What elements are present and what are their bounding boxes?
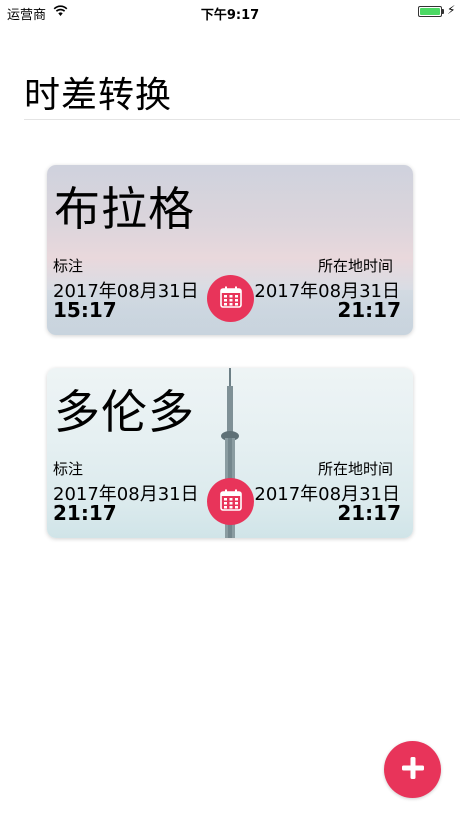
add-button[interactable] <box>384 741 441 798</box>
page-title: 时差转换 <box>24 75 173 116</box>
battery-icon <box>418 6 442 17</box>
left-time: 21:17 <box>53 501 117 525</box>
left-label: 标注 <box>53 460 84 478</box>
battery-cap <box>442 9 444 14</box>
calendar-icon <box>219 286 242 312</box>
calendar-icon <box>219 489 242 515</box>
left-label: 标注 <box>53 257 84 275</box>
left-time: 15:17 <box>53 298 117 322</box>
charging-icon: ⚡ <box>447 3 456 17</box>
title-divider <box>24 119 460 120</box>
city-name: 布拉格 <box>54 182 195 236</box>
city-name: 多伦多 <box>54 385 195 439</box>
calendar-button[interactable] <box>207 275 254 322</box>
city-card-toronto[interactable]: 多伦多 标注 所在地时间 2017年08月31日 21:17 2017年08月3… <box>47 368 413 538</box>
calendar-button[interactable] <box>207 478 254 525</box>
clock-time: 下午9:17 <box>200 8 260 23</box>
right-label: 所在地时间 <box>317 257 393 275</box>
right-label: 所在地时间 <box>317 460 393 478</box>
status-bar: 运营商 下午9:17 ⚡ <box>0 0 460 24</box>
right-time: 21:17 <box>337 501 401 525</box>
right-time: 21:17 <box>337 298 401 322</box>
city-card-prague[interactable]: 布拉格 标注 所在地时间 2017年08月31日 15:17 2017年08月3… <box>47 165 413 335</box>
plus-icon <box>401 756 425 784</box>
